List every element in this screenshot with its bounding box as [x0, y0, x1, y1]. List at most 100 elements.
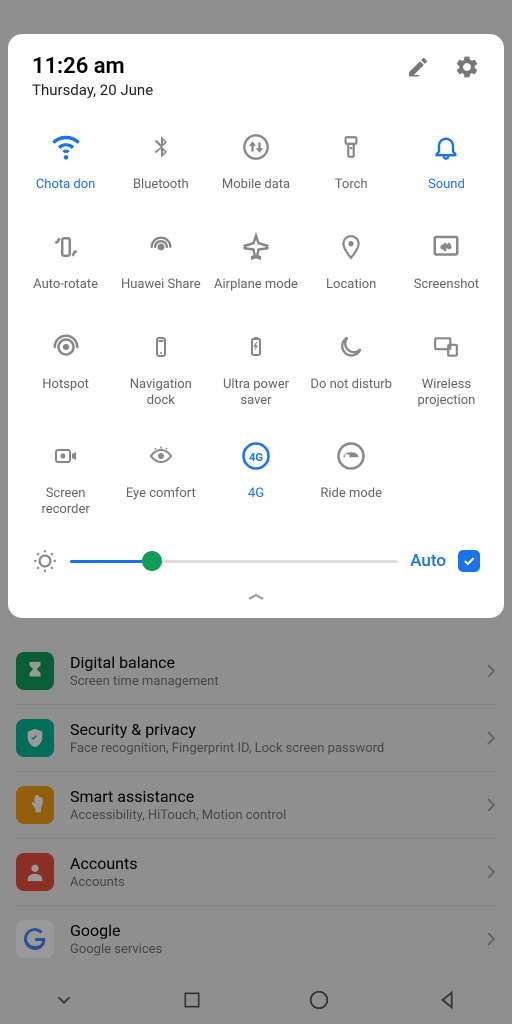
tile-torch[interactable]: Torch — [306, 117, 397, 213]
tile-navdock[interactable]: Navigation dock — [115, 317, 206, 422]
tile-ups[interactable]: Ultra power saver — [210, 317, 301, 422]
screenshot-icon — [431, 231, 461, 263]
gear-icon[interactable] — [454, 54, 480, 80]
settings-subtitle: Face recognition, Fingerprint ID, Lock s… — [70, 741, 470, 756]
wifi-icon — [51, 131, 81, 163]
quick-tiles-grid: Chota don Bluetooth Mobile data Torch Sound A… — [20, 117, 492, 538]
tile-recorder[interactable]: Screen recorder — [20, 426, 111, 531]
clock-date: Thursday, 20 June — [32, 81, 153, 99]
settings-item[interactable]: Smart assistance Accessibility, HiTouch, … — [16, 772, 496, 839]
tile-airplane[interactable]: Airplane mode — [210, 217, 301, 313]
nav-home-icon[interactable] — [308, 989, 330, 1011]
hourglass-icon — [16, 652, 54, 690]
tile-label: Sound — [426, 177, 467, 193]
tile-dnd[interactable]: Do not disturb — [306, 317, 397, 422]
tile-label: Huawei Share — [119, 277, 203, 293]
auto-brightness-checkbox[interactable] — [458, 550, 480, 572]
tile-screenshot[interactable]: Screenshot — [401, 217, 492, 313]
hand-icon — [16, 786, 54, 824]
eye-icon — [146, 440, 176, 472]
share-icon — [147, 231, 175, 263]
navdock-icon — [149, 331, 173, 363]
tile-label: Screenshot — [412, 277, 481, 293]
settings-subtitle: Accounts — [70, 875, 470, 890]
nav-back-icon[interactable] — [437, 989, 459, 1011]
settings-title: Smart assistance — [70, 787, 470, 806]
rotate-icon — [51, 231, 81, 263]
tile-data[interactable]: Mobile data — [210, 117, 301, 213]
tile-wifi[interactable]: Chota don — [20, 117, 111, 213]
tile-label: Location — [324, 277, 378, 293]
auto-brightness-label: Auto — [410, 551, 446, 571]
panel-drag-handle[interactable] — [20, 576, 492, 606]
chevron-right-icon — [486, 797, 496, 813]
tile-4g[interactable]: 4G 4G — [210, 426, 301, 531]
settings-list: Digital balance Screen time management Sec… — [0, 638, 512, 972]
tile-label: Ride mode — [318, 486, 384, 502]
tile-rotate[interactable]: Auto-rotate — [20, 217, 111, 313]
bluetooth-icon — [148, 131, 174, 163]
tile-ride[interactable]: Ride mode — [306, 426, 397, 531]
settings-title: Security & privacy — [70, 720, 470, 739]
settings-item[interactable]: Google Google services — [16, 906, 496, 972]
chevron-right-icon — [486, 730, 496, 746]
projection-icon — [430, 331, 462, 363]
tile-hotspot[interactable]: Hotspot — [20, 317, 111, 422]
hotspot-icon — [51, 331, 81, 363]
nav-hide-icon[interactable] — [53, 989, 75, 1011]
tile-label: Airplane mode — [212, 277, 300, 293]
tile-projection[interactable]: Wireless projection — [401, 317, 492, 422]
torch-icon — [338, 131, 364, 163]
tile-label: Torch — [333, 177, 370, 193]
4g-icon: 4G — [241, 440, 271, 472]
tile-label: Auto-rotate — [31, 277, 100, 293]
settings-title: Accounts — [70, 854, 470, 873]
tile-label: Hotspot — [40, 377, 91, 393]
tile-bell[interactable]: Sound — [401, 117, 492, 213]
tile-label: Eye comfort — [124, 486, 198, 502]
settings-subtitle: Google services — [70, 942, 470, 957]
tile-label: Mobile data — [220, 177, 292, 193]
tile-label: Ultra power saver — [210, 377, 301, 410]
settings-item[interactable]: Security & privacy Face recognition, Fing… — [16, 705, 496, 772]
clock-time: 11:26 am — [32, 54, 153, 79]
edit-icon[interactable] — [406, 55, 430, 79]
brightness-icon — [32, 548, 58, 574]
tile-label: Bluetooth — [131, 177, 191, 193]
chevron-right-icon — [486, 931, 496, 947]
tile-label: Screen recorder — [20, 486, 111, 519]
navigation-bar — [0, 976, 512, 1024]
dnd-icon — [337, 331, 365, 363]
brightness-row: Auto — [20, 538, 492, 576]
tile-eye[interactable]: Eye comfort — [115, 426, 206, 531]
chevron-right-icon — [486, 864, 496, 880]
nav-recent-icon[interactable] — [182, 990, 202, 1010]
airplane-icon — [241, 231, 271, 263]
person-icon — [16, 853, 54, 891]
bell-icon — [432, 131, 460, 163]
settings-title: Digital balance — [70, 653, 470, 672]
quick-settings-panel: 11:26 am Thursday, 20 June Chota don Blue… — [8, 34, 504, 618]
google-icon — [16, 920, 54, 958]
location-icon — [338, 231, 364, 263]
tile-label: Chota don — [34, 177, 98, 193]
ups-icon — [244, 331, 268, 363]
settings-subtitle: Screen time management — [70, 674, 470, 689]
data-icon — [242, 131, 270, 163]
brightness-slider[interactable] — [70, 560, 398, 563]
tile-label: Wireless projection — [401, 377, 492, 410]
recorder-icon — [50, 440, 82, 472]
tile-label: Navigation dock — [115, 377, 206, 410]
tile-location[interactable]: Location — [306, 217, 397, 313]
tile-share[interactable]: Huawei Share — [115, 217, 206, 313]
settings-subtitle: Accessibility, HiTouch, Motion control — [70, 808, 470, 823]
tile-bluetooth[interactable]: Bluetooth — [115, 117, 206, 213]
chevron-right-icon — [486, 663, 496, 679]
settings-item[interactable]: Accounts Accounts — [16, 839, 496, 906]
svg-text:4G: 4G — [249, 451, 263, 464]
settings-title: Google — [70, 921, 470, 940]
settings-item[interactable]: Digital balance Screen time management — [16, 638, 496, 705]
tile-label: 4G — [246, 486, 266, 502]
ride-icon — [336, 440, 366, 472]
tile-label: Do not disturb — [308, 377, 394, 393]
